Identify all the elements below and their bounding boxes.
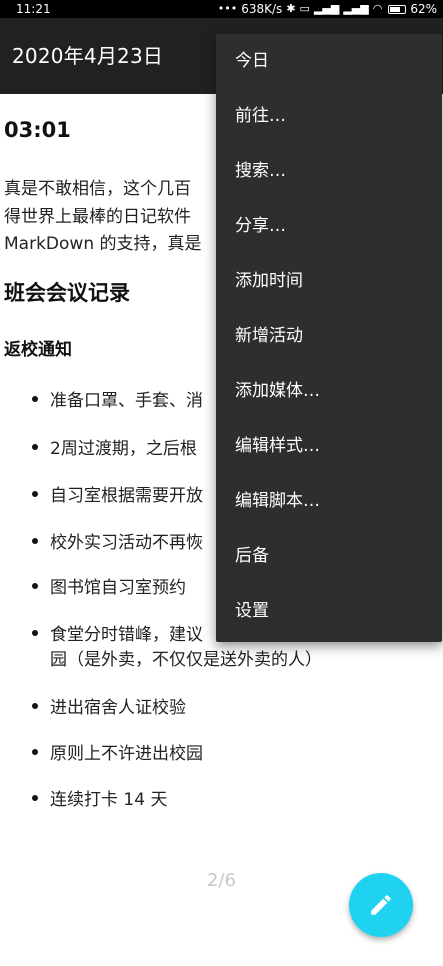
bluetooth-icon: ✱	[286, 2, 296, 15]
menu-item-search[interactable]: 搜索…	[216, 144, 442, 199]
menu-item-settings[interactable]: 设置	[216, 584, 442, 639]
bullet-icon	[32, 444, 38, 450]
menu-item-edit-style[interactable]: 编辑样式…	[216, 419, 442, 474]
menu-item-goto[interactable]: 前往…	[216, 89, 442, 144]
list-item: 进出宿舍人证校验	[50, 698, 186, 718]
list-item: 自习室根据需要开放	[50, 486, 203, 506]
bullet-icon	[32, 583, 38, 589]
paragraph-line: 得世界上最棒的日记软件	[4, 207, 191, 227]
bullet-icon	[32, 795, 38, 801]
bullet-icon	[32, 396, 38, 402]
menu-item-backup[interactable]: 后备	[216, 529, 442, 584]
list-item: 校外实习活动不再恢	[50, 533, 203, 553]
bullet-icon	[32, 749, 38, 755]
edit-fab-button[interactable]	[349, 873, 413, 937]
battery-percent: 62%	[410, 2, 437, 16]
section-subheading: 返校通知	[4, 340, 72, 360]
paragraph-line: 真是不敢相信，这个几百	[4, 179, 191, 199]
screen: 11:21 ••• 638K/s ✱ ▭ ▂▄▆ ▂▄▆ ◠ 62% 2020年…	[0, 0, 443, 966]
list-item: 食堂分时错峰，建议	[50, 625, 203, 645]
menu-item-new-activity[interactable]: 新增活动	[216, 309, 442, 364]
menu-item-today[interactable]: 今日	[216, 34, 442, 89]
menu-item-add-time[interactable]: 添加时间	[216, 254, 442, 309]
vibrate-icon: ▭	[299, 2, 310, 15]
entry-time: 03:01	[4, 118, 71, 142]
wifi-icon: ◠	[372, 2, 383, 15]
bullet-icon	[32, 538, 38, 544]
net-speed: 638K/s	[241, 2, 283, 16]
menu-item-share[interactable]: 分享…	[216, 199, 442, 254]
section-heading: 班会会议记录	[4, 281, 130, 305]
list-item: 原则上不许进出校园	[50, 744, 203, 764]
bullet-icon	[32, 630, 38, 636]
status-icons: ••• 638K/s ✱ ▭ ▂▄▆ ▂▄▆ ◠ 62%	[218, 0, 437, 18]
status-time: 11:21	[16, 2, 51, 16]
list-item: 准备口罩、手套、消	[50, 391, 203, 411]
battery-icon	[388, 4, 407, 14]
overflow-menu: 今日 前往… 搜索… 分享… 添加时间 新增活动 添加媒体… 编辑样式… 编辑脚…	[216, 34, 442, 642]
more-dots-icon: •••	[217, 2, 238, 15]
paragraph-line: MarkDown 的支持，真是	[4, 234, 202, 254]
signal-icon: ▂▄▆	[313, 2, 340, 15]
menu-item-add-media[interactable]: 添加媒体…	[216, 364, 442, 419]
pencil-icon	[371, 895, 391, 915]
signal-2-icon: ▂▄▆	[343, 2, 369, 15]
page-title[interactable]: 2020年4月23日	[12, 18, 163, 94]
list-item: 图书馆自习室预约	[50, 578, 186, 598]
bullet-icon	[32, 491, 38, 497]
menu-item-edit-script[interactable]: 编辑脚本…	[216, 474, 442, 529]
list-item-continuation: 园（是外卖，不仅仅是送外卖的人）	[50, 650, 322, 670]
status-bar: 11:21 ••• 638K/s ✱ ▭ ▂▄▆ ▂▄▆ ◠ 62%	[0, 0, 443, 18]
list-item: 2周过渡期，之后根	[50, 439, 197, 459]
list-item: 连续打卡 14 天	[50, 790, 168, 810]
bullet-icon	[32, 703, 38, 709]
